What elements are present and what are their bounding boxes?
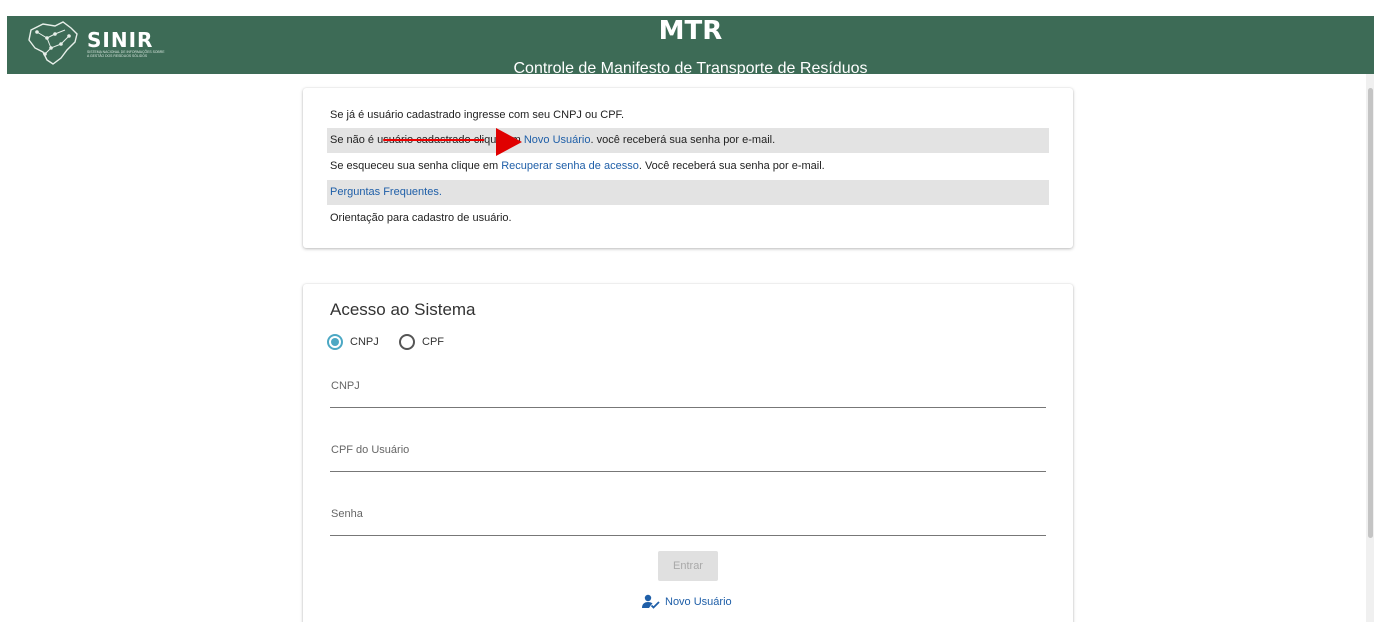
radio-cpf-label: CPF — [422, 336, 444, 348]
novo-usuario-button[interactable]: Novo Usuário — [641, 592, 732, 612]
info-text: Se já é usuário cadastrado ingresse com … — [330, 109, 625, 121]
info-card: Se já é usuário cadastrado ingresse com … — [303, 88, 1073, 248]
info-text: Se esqueceu sua senha clique em — [330, 160, 502, 172]
info-line-registered: Se já é usuário cadastrado ingresse com … — [327, 103, 1049, 128]
senha-field[interactable]: Senha — [330, 496, 1046, 536]
top-strip — [0, 0, 1374, 16]
info-line-faq: Perguntas Frequentes. — [327, 180, 1049, 205]
orientacao-cadastro-link[interactable]: Orientação para cadastro de usuário. — [330, 212, 512, 224]
struck-text: suário cadastrado cli — [383, 134, 485, 146]
page-subtitle: Controle de Manifesto de Transporte de R… — [513, 60, 868, 74]
cpf-usuario-field[interactable]: CPF do Usuário — [330, 432, 1046, 472]
annotation-arrow — [496, 128, 522, 156]
user-add-icon — [642, 594, 660, 609]
info-line-forgot-password: Se esqueceu sua senha clique em Recupera… — [327, 154, 1049, 179]
recuperar-senha-link[interactable]: Recuperar senha de acesso — [501, 160, 639, 172]
radio-cnpj[interactable]: CNPJ — [327, 333, 379, 351]
brand-subtitle: Sistema Nacional de Informações sobre a … — [87, 50, 165, 58]
senha-field-label: Senha — [331, 508, 363, 520]
radio-cnpj-label: CNPJ — [350, 336, 379, 348]
radio-selected-icon — [327, 334, 343, 350]
login-card: Acesso ao Sistema CNPJ CPF CNPJ CPF do U… — [303, 284, 1073, 622]
info-text: . Você receberá sua senha por e-mail. — [638, 160, 825, 172]
info-line-new-user: Se não é usuário cadastrado clique em No… — [327, 128, 1049, 153]
info-line-orientation[interactable]: Orientação para cadastro de usuário. — [327, 206, 1049, 231]
page-title: MTR — [658, 16, 723, 46]
scrollbar-thumb[interactable] — [1368, 88, 1373, 538]
novo-usuario-link[interactable]: Novo Usuário — [524, 134, 591, 146]
radio-cpf[interactable]: CPF — [399, 333, 444, 351]
cpf-usuario-field-label: CPF do Usuário — [331, 444, 410, 456]
novo-usuario-label: Novo Usuário — [665, 596, 732, 608]
cnpj-field[interactable]: CNPJ — [330, 368, 1046, 408]
login-title: Acesso ao Sistema — [330, 300, 476, 319]
cnpj-field-label: CNPJ — [331, 380, 360, 392]
perguntas-frequentes-link[interactable]: Perguntas Frequentes. — [330, 186, 442, 198]
radio-unselected-icon — [399, 334, 415, 350]
info-text: . você receberá sua senha por e-mail. — [590, 134, 776, 146]
entrar-button[interactable]: Entrar — [658, 551, 718, 581]
info-text: Se não é u — [330, 134, 384, 146]
app-header: SINIR Sistema Nacional de Informações so… — [7, 16, 1374, 74]
page: SINIR Sistema Nacional de Informações so… — [0, 0, 1374, 622]
